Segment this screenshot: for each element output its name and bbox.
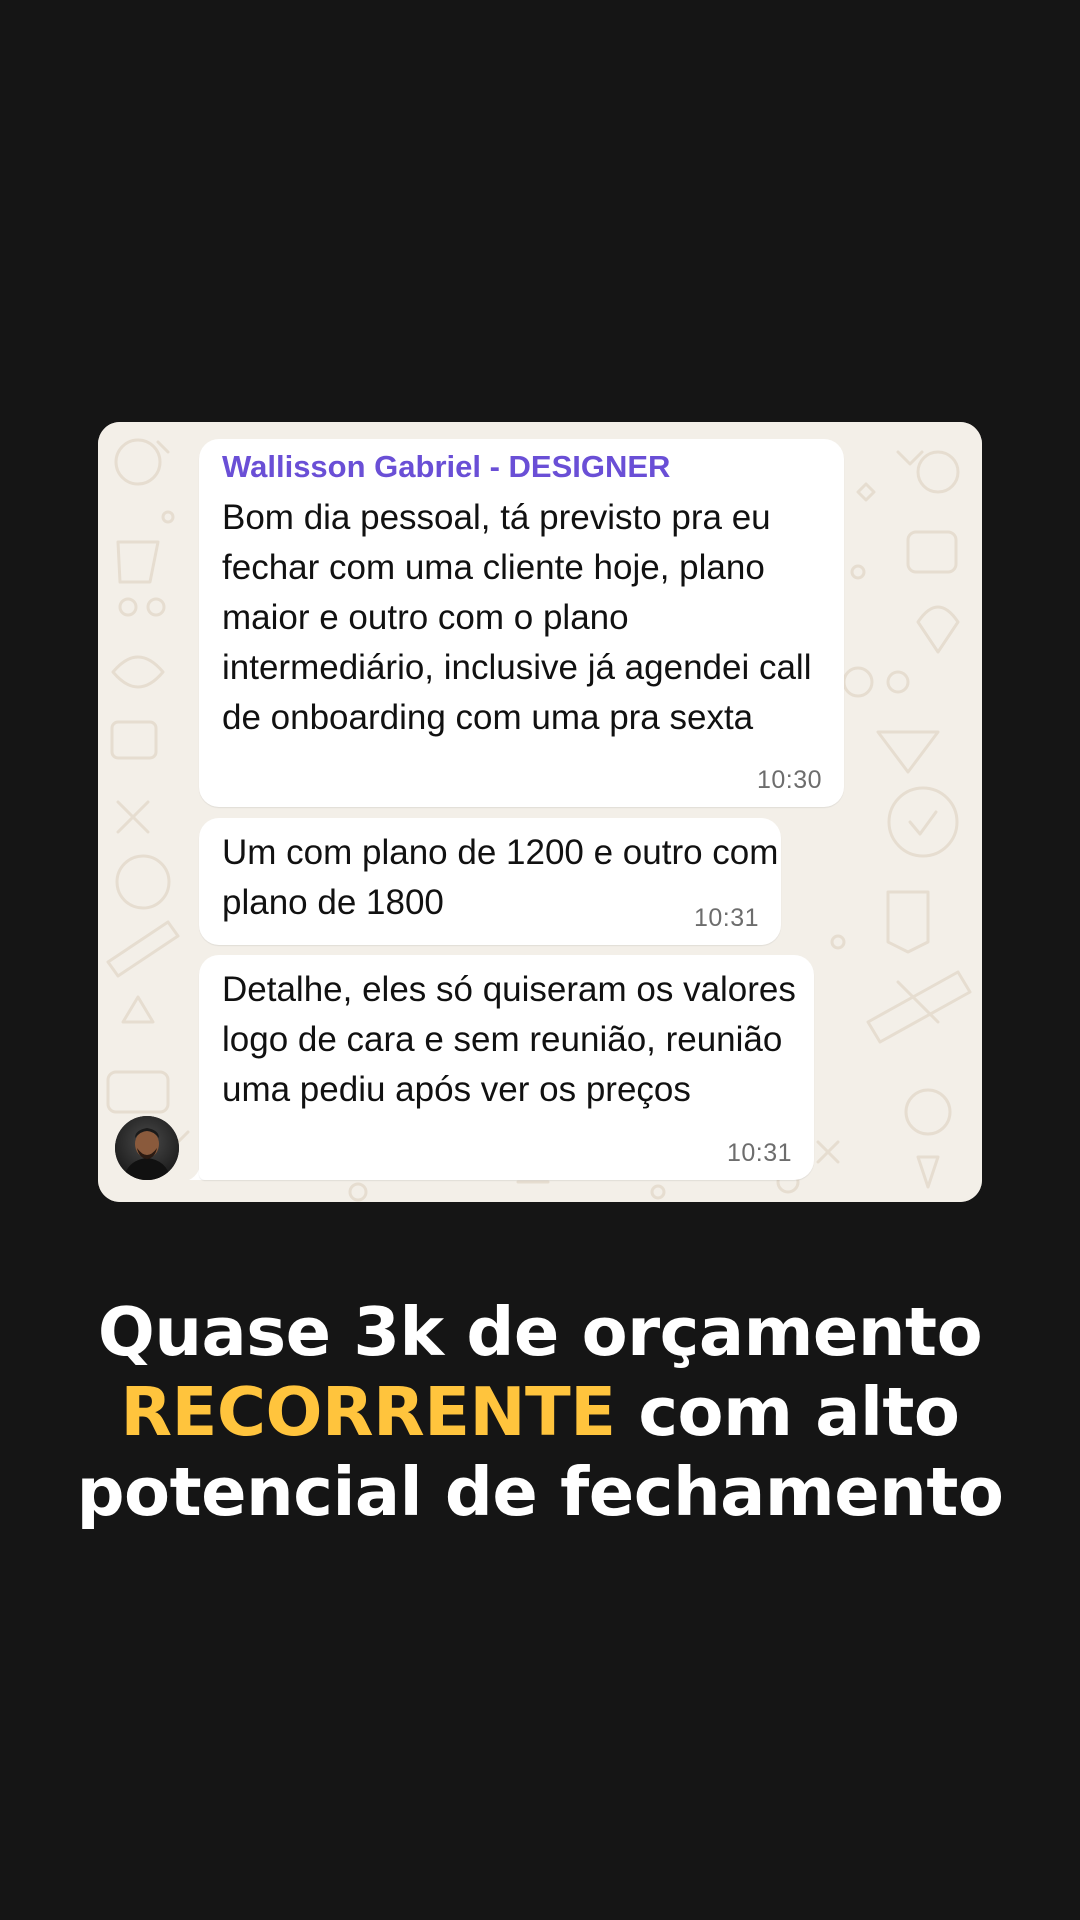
headline-accent-word: RECORRENTE xyxy=(120,1373,616,1451)
chat-screenshot: Wallisson Gabriel - DESIGNER Bom dia pes… xyxy=(98,422,982,1202)
message-bubble[interactable]: Wallisson Gabriel - DESIGNER Bom dia pes… xyxy=(199,439,844,807)
sender-name[interactable]: Wallisson Gabriel - DESIGNER xyxy=(222,449,670,485)
message-bubble[interactable]: Um com plano de 1200 e outro com plano d… xyxy=(199,818,781,945)
message-text: Bom dia pessoal, tá previsto pra eu fech… xyxy=(222,498,812,737)
headline-line-3: potencial de fechamento xyxy=(76,1453,1004,1531)
headline-line-1: Quase 3k de orçamento xyxy=(97,1293,983,1371)
person-avatar-icon xyxy=(115,1116,179,1180)
message-bubble[interactable]: Detalhe, eles só quiseram os valores log… xyxy=(199,955,814,1180)
message-time: 10:31 xyxy=(726,1139,792,1167)
headline: Quase 3k de orçamento RECORRENTE com alt… xyxy=(0,1292,1080,1532)
sender-avatar[interactable] xyxy=(115,1116,179,1180)
headline-line-2-rest: com alto xyxy=(615,1373,960,1451)
message-text: Detalhe, eles só quiseram os valores log… xyxy=(222,970,796,1109)
story-page: Wallisson Gabriel - DESIGNER Bom dia pes… xyxy=(0,0,1080,1920)
message-time: 10:31 xyxy=(693,904,759,932)
message-time: 10:30 xyxy=(756,766,822,794)
headline-line-2: RECORRENTE com alto xyxy=(0,1372,1080,1452)
